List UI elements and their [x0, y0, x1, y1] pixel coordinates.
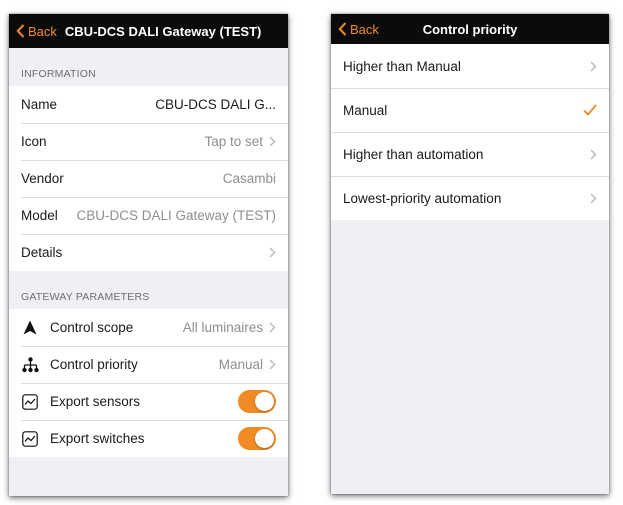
option-higher-than-automation[interactable]: Higher than automation	[331, 132, 609, 176]
toggle-knob	[255, 392, 274, 411]
vendor-value: Casambi	[222, 171, 276, 186]
option-label: Manual	[343, 102, 388, 118]
information-group: Name CBU-DCS DALI G... Icon Tap to set V…	[9, 86, 288, 271]
back-label: Back	[28, 23, 57, 39]
control-scope-label: Control scope	[50, 320, 134, 335]
chevron-right-icon	[590, 193, 597, 203]
control-priority-row[interactable]: Control priority Manual	[9, 346, 288, 383]
page-title: CBU-DCS DALI Gateway (TEST)	[64, 23, 262, 39]
option-manual[interactable]: Manual	[331, 88, 609, 132]
option-higher-than-manual[interactable]: Higher than Manual	[331, 44, 609, 88]
hierarchy-icon	[21, 356, 39, 374]
name-value: CBU-DCS DALI G...	[155, 97, 276, 112]
option-label: Higher than automation	[343, 146, 484, 162]
details-row[interactable]: Details	[9, 234, 288, 271]
model-label: Model	[21, 208, 58, 223]
export-switches-label: Export switches	[50, 431, 145, 446]
icon-row[interactable]: Icon Tap to set	[9, 123, 288, 160]
control-scope-row[interactable]: Control scope All luminaires	[9, 309, 288, 346]
priority-options: Higher than Manual Manual Higher than au…	[331, 44, 609, 220]
chevron-right-icon	[269, 359, 276, 370]
name-row[interactable]: Name CBU-DCS DALI G...	[9, 86, 288, 123]
chevron-right-icon	[590, 149, 597, 159]
toggle-knob	[255, 429, 274, 448]
back-button[interactable]: Back	[9, 14, 57, 48]
chevron-right-icon	[269, 247, 276, 258]
back-label: Back	[350, 21, 379, 37]
arrow-up-icon	[21, 319, 39, 337]
chevron-right-icon	[269, 136, 276, 147]
icon-label: Icon	[21, 134, 47, 149]
export-sensors-row: Export sensors	[9, 383, 288, 420]
export-switches-row: Export switches	[9, 420, 288, 457]
chevron-left-icon	[16, 24, 25, 38]
back-button[interactable]: Back	[331, 14, 379, 44]
chevron-left-icon	[338, 22, 347, 36]
section-header-information: INFORMATION	[21, 68, 96, 80]
navbar: Back Control priority	[331, 14, 609, 44]
control-scope-value: All luminaires	[182, 320, 263, 335]
checkmark-icon	[583, 104, 597, 116]
option-lowest-priority-automation[interactable]: Lowest-priority automation	[331, 176, 609, 220]
details-label: Details	[21, 245, 63, 260]
export-sensors-label: Export sensors	[50, 394, 141, 409]
gateway-settings-screen: Back CBU-DCS DALI Gateway (TEST) INFORMA…	[9, 14, 288, 496]
control-priority-screen: Back Control priority Higher than Manual…	[331, 14, 609, 494]
chevron-right-icon	[590, 61, 597, 71]
control-priority-value: Manual	[218, 357, 263, 372]
chart-icon	[21, 430, 39, 448]
vendor-label: Vendor	[21, 171, 64, 186]
navbar: Back CBU-DCS DALI Gateway (TEST)	[9, 14, 288, 48]
export-sensors-toggle[interactable]	[238, 390, 276, 413]
section-header-gateway: GATEWAY PARAMETERS	[21, 291, 150, 303]
export-switches-toggle[interactable]	[238, 427, 276, 450]
chart-icon	[21, 393, 39, 411]
model-value: CBU-DCS DALI Gateway (TEST)	[76, 208, 276, 223]
option-label: Lowest-priority automation	[343, 190, 502, 206]
gateway-group: Control scope All luminaires Control pri…	[9, 309, 288, 457]
name-label: Name	[21, 97, 58, 112]
option-label: Higher than Manual	[343, 58, 461, 74]
vendor-row: Vendor Casambi	[9, 160, 288, 197]
chevron-right-icon	[269, 322, 276, 333]
model-row: Model CBU-DCS DALI Gateway (TEST)	[9, 197, 288, 234]
control-priority-label: Control priority	[50, 357, 138, 372]
icon-value: Tap to set	[204, 134, 263, 149]
